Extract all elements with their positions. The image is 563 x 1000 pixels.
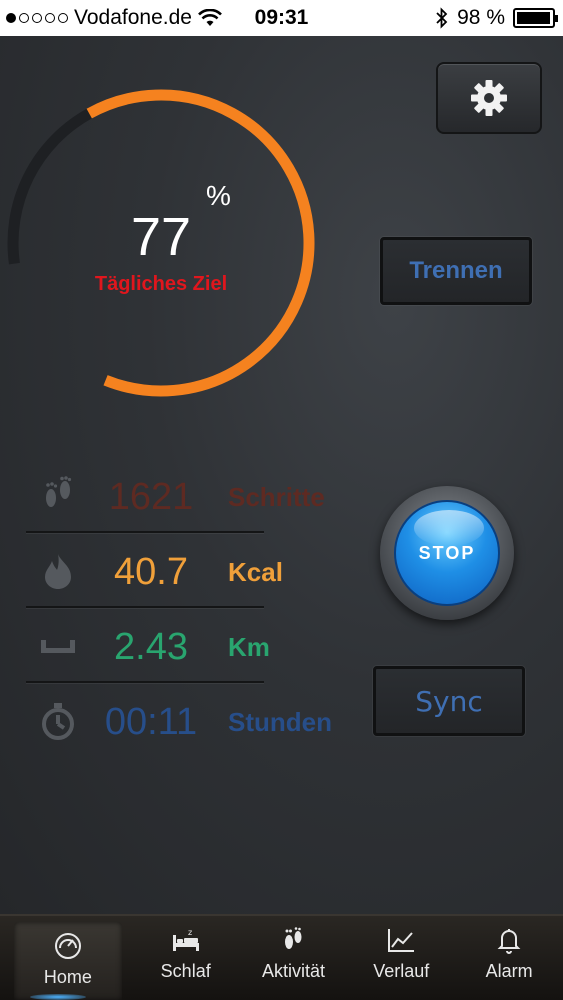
km-unit: Km — [228, 632, 270, 662]
line-chart-icon — [386, 925, 416, 955]
status-right: 98 % — [435, 6, 558, 30]
stopwatch-icon — [38, 701, 78, 741]
tab-label: Alarm — [485, 961, 533, 981]
kcal-unit: Kcal — [228, 557, 283, 587]
tab-label: Aktivität — [261, 961, 325, 981]
tab-label: Home — [43, 967, 92, 987]
tab-label: Schlaf — [160, 961, 211, 981]
time-value: 00:11 — [104, 701, 198, 743]
settings-button[interactable] — [436, 62, 542, 134]
km-value: 2.43 — [114, 626, 188, 668]
gear-icon — [471, 80, 507, 116]
tab-bar: Home z Schlaf Aktivität Verlauf Alarm — [0, 914, 563, 1000]
tab-label: Verlauf — [373, 961, 430, 981]
stat-row-kcal: 40.7 Kcal — [26, 533, 356, 608]
sync-button[interactable]: Sync — [373, 666, 525, 736]
tab-schlaf[interactable]: z Schlaf — [132, 916, 240, 1000]
stats-list: 1621 Schritte 40.7 Kcal 2.43 Km 00:11 St… — [26, 458, 356, 758]
bed-icon: z — [171, 925, 201, 955]
stop-label: STOP — [418, 542, 476, 563]
stat-row-km: 2.43 Km — [26, 608, 356, 683]
time-unit: Stunden — [228, 707, 332, 737]
battery-level — [517, 12, 550, 24]
battery-icon — [513, 8, 558, 28]
tab-alarm[interactable]: Alarm — [455, 916, 563, 1000]
steps-unit: Schritte — [228, 482, 325, 512]
goal-label: Tägliches Ziel — [94, 273, 228, 295]
flame-icon — [38, 551, 78, 591]
stop-button-face[interactable]: STOP — [394, 500, 500, 606]
disconnect-button[interactable]: Trennen — [380, 237, 532, 305]
goal-percent-value: 77 — [130, 207, 192, 267]
goal-percent-sign: % — [206, 180, 231, 211]
svg-text:z: z — [188, 928, 192, 937]
stop-button[interactable]: STOP — [380, 486, 514, 620]
tab-home[interactable]: Home — [14, 922, 122, 1000]
battery-percent: 98 % — [457, 6, 505, 29]
ruler-icon — [38, 626, 78, 666]
goal-display: 77 % Tägliches Ziel — [6, 88, 316, 398]
tab-aktivitaet[interactable]: Aktivität — [240, 916, 348, 1000]
speedometer-icon — [53, 931, 83, 961]
footprints-icon — [278, 925, 308, 955]
tab-verlauf[interactable]: Verlauf — [347, 916, 455, 1000]
footprints-icon — [38, 476, 78, 516]
status-bar: Vodafone.de 09:31 98 % — [0, 0, 563, 36]
stat-row-steps: 1621 Schritte — [26, 458, 356, 533]
bluetooth-icon — [436, 7, 448, 29]
kcal-value: 40.7 — [114, 551, 188, 593]
app-main: 77 % Tägliches Ziel Trennen 1621 Schritt… — [0, 36, 563, 914]
bell-icon — [494, 925, 524, 955]
steps-value: 1621 — [108, 476, 194, 518]
stat-row-time: 00:11 Stunden — [26, 683, 356, 758]
